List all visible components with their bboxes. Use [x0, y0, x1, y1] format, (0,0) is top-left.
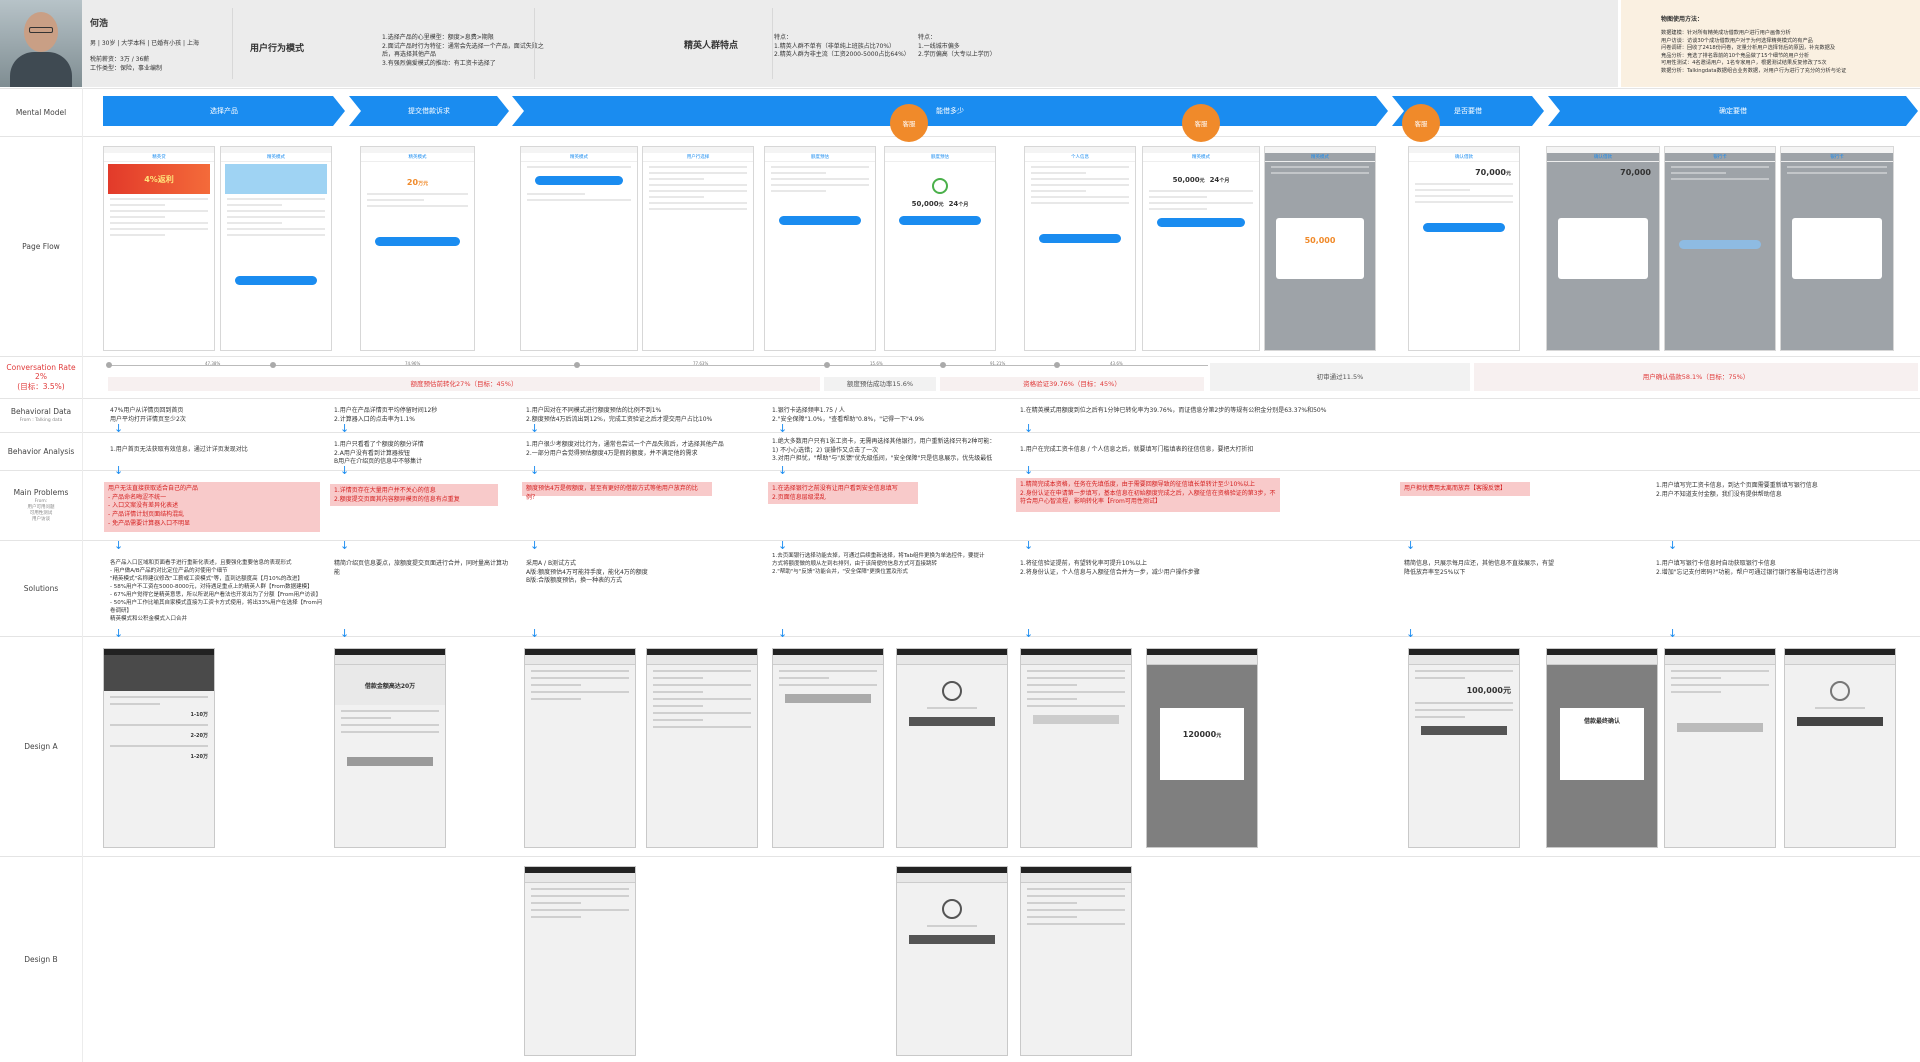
stage-how-much: 能借多少 — [512, 96, 1388, 126]
persona-header: 何浩 男 | 30岁 | 大学本科 | 已婚有小孩 | 上海 税前薪资：3万 /… — [82, 0, 1618, 87]
stage-submit-request: 提交借款诉求 — [349, 96, 509, 126]
analysis-3: 1.用户很少考额度对比行为，通常也尝试一个产品失败后，才选择其他产品 2.一部分… — [526, 441, 724, 457]
stage-select-product: 选择产品 — [103, 96, 345, 126]
solution-7: 1.用户填写银行卡信息时自动获取银行卡信息 2.增加"忘记支付密码?"功能，帮户… — [1656, 560, 1839, 576]
design-a-apply-done — [1784, 648, 1896, 848]
row-label-behavior-analysis: Behavior Analysis — [7, 446, 75, 456]
conv-rate-initial-review: 初审通过11.5% — [1210, 363, 1470, 391]
flow-screen-borrow-amount: 确认借款 70,000元 — [1408, 146, 1520, 351]
problem-5: 1.精简完成本资格，任务在先填低度，由于需要回额导致的征信填长单转计至少10%以… — [1016, 478, 1280, 512]
row-label-page-flow: Page Flow — [22, 241, 60, 251]
method-note: 物图使用方法： 数据建模：针对所有精英成功借款用户进行用户画像分析 用户访谈：访… — [1621, 0, 1920, 87]
behavior-model-text: 1.选择产品的心里模型：额度>息费>期限 2.面试产品时行为特征：通常会先选择一… — [382, 34, 544, 68]
trait-2: 特点： 1.一线城市偏多 2.学历偏高（大专以上学历） — [918, 34, 996, 59]
analysis-2: 1.用户只看看了个额度的额分详情 2.A用户没有看到计算器按钮 B用户在介绍页的… — [334, 441, 424, 466]
design-b-result — [896, 866, 1008, 1056]
flow-screen-bank-card: 银行卡 — [1664, 146, 1776, 351]
solution-6: 精简信息，只展示每月应还，其他信息不直接展示，有望降低放弃率至25%以下 — [1404, 560, 1555, 576]
flow-screen-medal: 精英模式 50,000 — [1264, 146, 1376, 351]
rate-tick-6: 43.6% — [1110, 361, 1123, 366]
method-text: 数据建模：针对所有精英成功借款用户进行用户画像分析 用户访谈：访谈30个成功借款… — [1661, 30, 1847, 74]
stage-confirm-borrow: 确定要借 — [1548, 96, 1918, 126]
support-touchpoint-1: 客服 — [890, 104, 928, 142]
flow-screen-verify: 精英模式 50,000元 24个月 — [1142, 146, 1260, 351]
flow-screen-bank-card-modal: 银行卡 — [1780, 146, 1894, 351]
trait-1: 特点： 1.精英人群不单有（非单纯上班族占比70%） 2.精英人群为非主流（工资… — [774, 34, 910, 59]
solution-5: 1.将征信验证提前，有望转化率可提升10%以上 2.将身份认证，个人信息与入额征… — [1020, 560, 1200, 576]
rate-tick-1: 47.38% — [205, 361, 221, 366]
design-a-verify-steps — [1020, 648, 1132, 848]
design-a-result — [896, 648, 1008, 848]
flow-screen-bank-select: 用户行选择 — [642, 146, 754, 351]
analysis-4: 1.绝大多数用户只有1张工资卡，无需再选择其他银行，用户重新选择只有2种可能： … — [772, 438, 996, 463]
persona-info: 男 | 30岁 | 大学本科 | 已婚有小孩 | 上海 — [90, 40, 199, 47]
problem-7: 1.用户填写完工资卡信息，到达个页面需要重新填写银行信息 2.用户不知道支付金额… — [1656, 482, 1818, 498]
design-a-salary-info — [772, 648, 884, 848]
rate-tick-4: 15.6% — [870, 361, 883, 366]
analysis-1: 1.用户首页无法获取有效信息，通过计详页发现对比 — [110, 446, 248, 453]
design-a-bank-list — [646, 648, 758, 848]
support-touchpoint-2: 客服 — [1182, 104, 1220, 142]
method-title: 物图使用方法： — [1661, 16, 1704, 23]
design-a-confirm-modal: 借款最终确认 — [1546, 648, 1658, 848]
row-label-behavioral-data: Behavioral Data From : Talking data — [10, 407, 72, 423]
row-label-main-problems: Main Problems From: 用户可用问题 可用性测试 用户访谈 — [13, 488, 69, 522]
design-a-medal: 120000元 — [1146, 648, 1258, 848]
design-a-bank-card — [1664, 648, 1776, 848]
behavioral-data-3: 1.用户因对在不同模式进行额度预估的比例不到1% 2.额度预估4万后流出到12%… — [526, 407, 713, 423]
flow-screen-home: 精英贷 4%返利 — [103, 146, 215, 351]
problem-3: 额度预估4万是假额度，甚至有更好的借款方式等他用户放弃的比例？ — [522, 482, 712, 501]
flow-screen-estimate-result: 额度预估 50,000元 24个月 — [884, 146, 996, 351]
persona-avatar — [0, 0, 82, 87]
flow-screen-confirm-modal: 确认借款 70,000 — [1546, 146, 1660, 351]
behavioral-data-2: 1.用户在产品详情页平均停留时间12秒 2.计算器入口的点击率为1.1% — [334, 407, 438, 423]
solution-1: 各产品入口区域和页面看手进行重新化表述，且要强化重要信息的表现形式 - 用户做A… — [110, 560, 323, 622]
behavioral-data-4: 1.银行卡选择频率1.75 / 人 2."安全保障"1.0%，"查看帮助"0.8… — [772, 407, 925, 423]
flow-screen-amount: 精英模式 20万元 — [360, 146, 475, 351]
problem-2: 1.详情页存在大量用户并不关心的信息 2.额度提交页面其内容额异模页的信息有点重… — [330, 484, 498, 506]
design-a-borrow: 100,000元 — [1408, 648, 1520, 848]
row-label-solutions: Solutions — [23, 583, 59, 593]
conv-rate-pre-estimate: 额度预估前转化27%（目标：45%） — [108, 377, 820, 391]
flow-screen-salary-info: 额度预估 — [764, 146, 876, 351]
persona-name: 何浩 — [90, 19, 109, 29]
design-b-verify-steps — [1020, 866, 1132, 1056]
behavioral-data-5: 1.在精英模式用额度到位之后有1分钟已转化率为39.76%，而证借息分第2步的等… — [1020, 407, 1327, 414]
persona-income: 税前薪资：3万 / 36薪 工作类型：保险，事业编制 — [90, 56, 163, 72]
problem-1: 用户无法直接获取适合自己的产品 - 产品命名晦涩不统一 - 入口文案没有差异化表… — [104, 482, 320, 532]
solution-4: 1.去页面银行选择功能去掉，可通过后续重新选择，将Tab组件更换为单选控件，要提… — [772, 553, 985, 575]
conv-rate-estimate-success: 额度预估成功率15.6% — [824, 377, 936, 391]
rate-tick-3: 77.63% — [693, 361, 709, 366]
row-label-design-b: Design B — [24, 954, 58, 964]
rate-tick-5: 91.21% — [990, 361, 1006, 366]
problem-4: 1.在选择银行之前没有让用户看到安全信息填写 2.页面信息层级混乱 — [768, 482, 918, 504]
conv-rate-confirm: 用户确认借款58.1%（目标：75%） — [1474, 363, 1918, 391]
solution-3: 采用A / B测试方式 A版:额度预估4万可能持手度，能化4万的额度 B版:合版… — [526, 560, 648, 585]
support-touchpoint-3: 客服 — [1402, 104, 1440, 142]
design-a-mode-detail: 借款金额高达20万 — [334, 648, 446, 848]
conv-rate-qualification: 资格验证39.76%（目标：45%） — [940, 377, 1204, 391]
solution-2: 精简介绍页信息要点，旅额度提交页面进行合并，同时量高计算功能 — [334, 560, 509, 576]
design-a-mode-list — [524, 648, 636, 848]
behavioral-data-1: 47%用户从详情页回到首页 用户平均打开详情页至少2次 — [110, 407, 186, 423]
design-b-mode-list — [524, 866, 636, 1056]
analysis-5: 1.用户在完成工资卡信息 / 个人信息之后，就要填写门槛填表的征信信息，要把大打… — [1020, 446, 1254, 453]
row-label-mental-model: Mental Model — [15, 107, 67, 117]
flow-screen-estimate: 精英模式 — [520, 146, 638, 351]
flow-screen-mode-detail: 精英模式 — [220, 146, 332, 351]
design-a-home: 1-10万 2-20万 1-20万 — [103, 648, 215, 848]
rate-tick-2: 74.96% — [405, 361, 421, 366]
problem-6: 用户担忧费用太离而放弃【客服反馈】 — [1400, 482, 1530, 496]
behavior-model-label: 用户行为模式 — [250, 44, 305, 54]
flow-screen-personal-info: 个人信息 — [1024, 146, 1136, 351]
row-label-design-a: Design A — [24, 741, 58, 751]
traits-label: 精英人群特点 — [684, 41, 739, 51]
ux-journey-map: 何浩 男 | 30岁 | 大学本科 | 已婚有小孩 | 上海 税前薪资：3万 /… — [0, 0, 1920, 1062]
row-label-conversion: Conversation Rate 2% (目标：3.5%) — [6, 362, 76, 391]
